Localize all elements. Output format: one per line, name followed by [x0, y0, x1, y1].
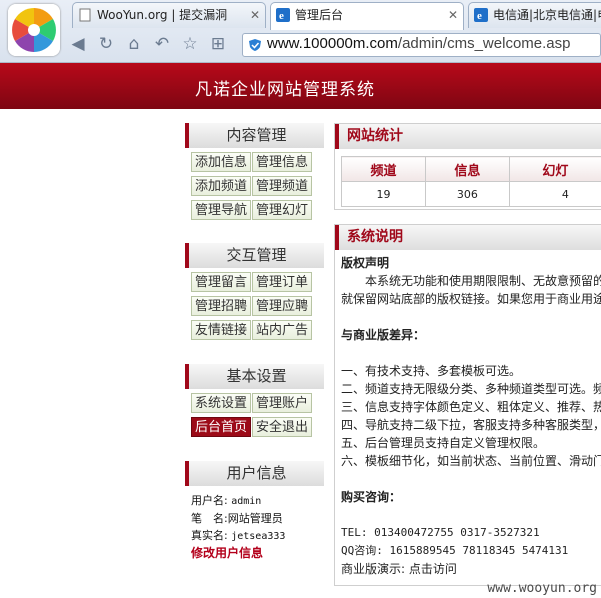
demo-link[interactable]: 商业版演示: 点击访问	[341, 560, 601, 578]
contact-tel: TEL: 013400472755 0317-3527321	[341, 526, 540, 539]
tab-wooyun[interactable]: WooYun.org | 提交漏洞 ✕	[72, 2, 266, 28]
manage-messages-button[interactable]: 管理留言	[191, 272, 251, 292]
contact-qq: QQ咨询: 1615889545 78118345 5474131	[341, 544, 569, 557]
back-icon[interactable]: ◀	[68, 34, 88, 54]
copyright-text: 就保留网站底部的版权链接。如果您用于商业用途	[341, 292, 601, 306]
tab-admin[interactable]: e 管理后台 ✕	[270, 2, 464, 30]
svg-text:e: e	[477, 10, 482, 22]
panel-title: 交互管理	[185, 243, 324, 268]
panel-title: 内容管理	[185, 123, 324, 148]
nickname-value: 网站管理员	[227, 512, 283, 525]
basic-settings-panel: 基本设置 系统设置 管理账户 后台首页 安全退出	[185, 364, 324, 441]
manage-orders-button[interactable]: 管理订单	[252, 272, 312, 292]
diff-item: 三、信息支持字体颜色定义、粗体定义、推荐、热	[341, 400, 601, 414]
logout-button[interactable]: 安全退出	[252, 417, 312, 437]
browser-logo-icon[interactable]	[8, 4, 60, 56]
diff-item: 二、频道支持无限级分类、多种频道类型可选。频	[341, 382, 601, 396]
stats-value-channels: 19	[341, 181, 426, 207]
stats-header-channels: 频道	[341, 156, 426, 182]
diff-heading: 与商业版差异：	[341, 328, 426, 342]
home-icon[interactable]: ⌂	[124, 34, 144, 54]
svg-text:e: e	[279, 10, 284, 22]
admin-home-button[interactable]: 后台首页	[191, 417, 251, 437]
manage-nav-button[interactable]: 管理导航	[191, 200, 251, 220]
undo-icon[interactable]: ↶	[152, 34, 172, 54]
tab-label: 电信通|北京电信通|电	[493, 8, 601, 22]
page-title: 凡诺企业网站管理系统	[195, 80, 375, 100]
contact-heading: 购买咨询：	[341, 490, 402, 504]
shield-icon	[249, 39, 261, 51]
site-banner: 凡诺企业网站管理系统	[0, 63, 601, 109]
close-icon[interactable]: ✕	[448, 3, 458, 28]
watermark: www.wooyun.org	[487, 581, 597, 596]
stats-value-info: 306	[424, 181, 510, 207]
add-info-button[interactable]: 添加信息	[191, 152, 251, 172]
copyright-heading: 版权声明	[341, 256, 390, 270]
ie-icon: e	[276, 8, 290, 22]
system-info-body: 版权声明 本系统无功能和使用期限限制、无故意预留的 就保留网站底部的版权链接。如…	[335, 250, 601, 578]
user-info-panel: 用户信息 用户名: admin 笔 名:网站管理员 真实名: jetsea333…	[185, 461, 324, 562]
address-bar[interactable]: www.100000m.com/admin/cms_welcome.asp	[242, 33, 601, 57]
manage-slides-button[interactable]: 管理幻灯	[252, 200, 312, 220]
site-ads-button[interactable]: 站内广告	[252, 320, 312, 340]
panel-title: 系统说明	[335, 225, 601, 250]
copyright-text: 本系统无功能和使用期限限制、无故意预留的	[365, 274, 601, 288]
stats-header-info: 信息	[424, 156, 510, 182]
forward-icon[interactable]: ↻	[96, 34, 116, 54]
star-icon[interactable]: ☆	[180, 34, 200, 54]
grid-icon[interactable]: ⊞	[208, 34, 228, 54]
panel-title: 基本设置	[185, 364, 324, 389]
diff-item: 四、导航支持二级下拉，客服支持多种客服类型，	[341, 418, 601, 432]
add-channel-button[interactable]: 添加频道	[191, 176, 251, 196]
system-settings-button[interactable]: 系统设置	[191, 393, 251, 413]
tab-label: WooYun.org | 提交漏洞	[97, 8, 228, 22]
diff-item: 六、模板细节化，如当前状态、当前位置、滑动门	[341, 454, 601, 468]
stats-table: 频道 信息 幻灯 19 306 4	[341, 156, 601, 207]
manage-info-button[interactable]: 管理信息	[252, 152, 312, 172]
diff-item: 五、后台管理员支持自定义管理权限。	[341, 436, 546, 450]
nickname-row: 笔 名:网站管理员	[191, 512, 283, 525]
page-icon	[79, 8, 91, 22]
stats-value-slides: 4	[508, 181, 601, 207]
username-row: 用户名: admin	[191, 494, 262, 507]
manage-channel-button[interactable]: 管理频道	[252, 176, 312, 196]
content-mgmt-panel: 内容管理 添加信息 管理信息 添加频道 管理频道 管理导航 管理幻灯	[185, 123, 324, 224]
url-text: www.100000m.com/admin/cms_welcome.asp	[267, 35, 570, 52]
manage-recruit-button[interactable]: 管理招聘	[191, 296, 251, 316]
panel-title: 网站统计	[335, 124, 601, 149]
system-info-panel: 系统说明 版权声明 本系统无功能和使用期限限制、无故意预留的 就保留网站底部的版…	[334, 224, 601, 586]
friend-links-button[interactable]: 友情链接	[191, 320, 251, 340]
stats-panel: 网站统计 频道 信息 幻灯 19 306 4	[334, 123, 601, 210]
realname-row: 真实名: jetsea333	[191, 529, 286, 542]
username-value: admin	[231, 496, 262, 507]
url-path: /admin/cms_welcome.asp	[397, 35, 571, 52]
close-icon[interactable]: ✕	[250, 3, 260, 28]
navigation-bar: ◀ ↻ ⌂ ↶ ☆ ⊞ www.100000m.com/admin/cms_we…	[64, 30, 601, 60]
url-host: www.100000m.com	[267, 35, 398, 52]
interaction-mgmt-panel: 交互管理 管理留言 管理订单 管理招聘 管理应聘 友情链接 站内广告	[185, 243, 324, 344]
ie-icon: e	[474, 8, 488, 22]
panel-title: 用户信息	[185, 461, 324, 486]
edit-user-link[interactable]: 修改用户信息	[191, 545, 324, 562]
diff-item: 一、有技术支持、多套模板可选。	[341, 364, 522, 378]
stats-header-slides: 幻灯	[508, 156, 601, 182]
tab-label: 管理后台	[295, 8, 344, 22]
tab-dianxintong[interactable]: e 电信通|北京电信通|电	[468, 2, 601, 28]
manage-applicants-button[interactable]: 管理应聘	[252, 296, 312, 316]
browser-chrome: WooYun.org | 提交漏洞 ✕ e 管理后台 ✕ e 电信通|北京电信通…	[0, 0, 601, 63]
manage-account-button[interactable]: 管理账户	[252, 393, 312, 413]
realname-value: jetsea333	[231, 531, 286, 542]
